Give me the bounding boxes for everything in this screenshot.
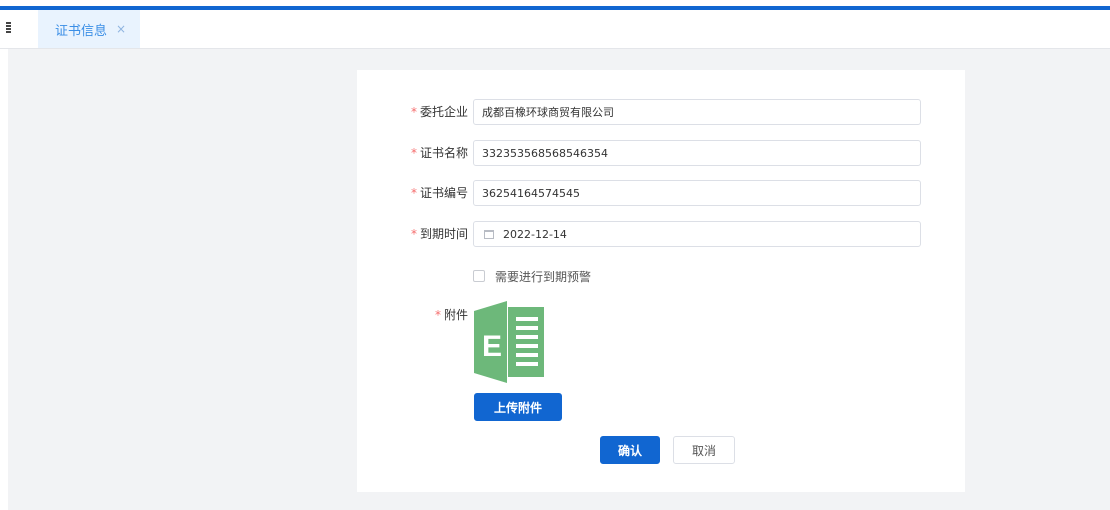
expire-date-row: * 到期时间 2022-12-14	[357, 221, 965, 247]
close-icon[interactable]: ×	[116, 23, 126, 35]
expiry-warning-option[interactable]: 需要进行到期预警	[473, 266, 591, 286]
required-mark: *	[410, 186, 417, 200]
expiry-warning-checkbox[interactable]	[473, 270, 485, 282]
required-mark: *	[410, 227, 417, 241]
calendar-icon	[484, 229, 494, 239]
excel-icon-letter: E	[482, 330, 502, 363]
tab-bar: 证书信息 ×	[0, 10, 1110, 49]
cert-name-input[interactable]: 332353568568546354	[473, 140, 921, 166]
expire-date-picker[interactable]: 2022-12-14	[473, 221, 921, 247]
cert-number-label: * 证书编号	[410, 186, 468, 200]
company-row: * 委托企业 成都百橡环球商贸有限公司	[357, 99, 965, 125]
cert-number-input[interactable]: 36254164574545	[473, 180, 921, 206]
confirm-button[interactable]: 确认	[600, 436, 660, 464]
cert-name-row: * 证书名称 332353568568546354	[357, 140, 965, 166]
expiry-warning-label: 需要进行到期预警	[495, 269, 592, 284]
certificate-form: * 委托企业 成都百橡环球商贸有限公司 * 证书名称 332353568568546…	[357, 70, 965, 492]
company-value: 成都百橡环球商贸有限公司	[482, 106, 614, 119]
required-mark: *	[410, 146, 417, 160]
cert-name-label: * 证书名称	[410, 146, 468, 160]
cancel-button[interactable]: 取消	[673, 436, 735, 464]
menu-icon[interactable]	[6, 22, 11, 34]
cert-name-value: 332353568568546354	[482, 146, 608, 160]
cert-number-value: 36254164574545	[482, 186, 580, 200]
attachment-label: * 附件	[434, 308, 468, 322]
cert-number-row: * 证书编号 36254164574545	[357, 180, 965, 206]
required-mark: *	[434, 308, 441, 322]
expire-date-label: * 到期时间	[410, 227, 468, 241]
company-input[interactable]: 成都百橡环球商贸有限公司	[473, 99, 921, 125]
excel-file-icon[interactable]: E	[471, 301, 555, 383]
expire-date-value: 2022-12-14	[503, 227, 567, 241]
company-label: * 委托企业	[410, 105, 468, 119]
tab-label: 证书信息	[55, 23, 108, 39]
required-mark: *	[410, 105, 417, 119]
upload-attachment-button[interactable]: 上传附件	[474, 393, 562, 421]
tab-certificate-info[interactable]: 证书信息 ×	[38, 10, 140, 48]
